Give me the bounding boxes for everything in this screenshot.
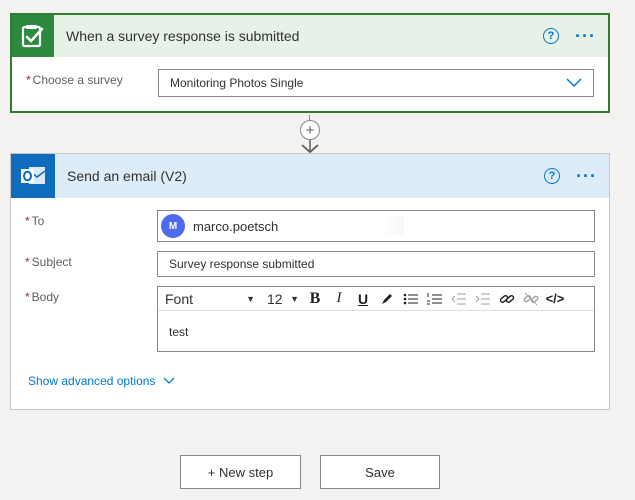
body-row: * Body Font ▼ 12 ▼ B I U </> test (25, 286, 595, 352)
italic-icon[interactable]: I (327, 289, 351, 309)
to-field[interactable]: M marco.poetsch (157, 210, 595, 242)
survey-dropdown-value: Monitoring Photos Single (170, 76, 304, 90)
numbered-list-icon[interactable] (423, 289, 447, 309)
recipient-chip[interactable]: M marco.poetsch (161, 213, 289, 239)
arrow-down-icon (301, 140, 319, 154)
caret-down-icon: ▼ (290, 293, 299, 304)
to-row: * To M marco.poetsch (25, 210, 595, 242)
trigger-card[interactable]: When a survey response is submitted ? ··… (10, 13, 610, 113)
help-icon[interactable]: ? (543, 28, 560, 44)
bulleted-list-icon[interactable] (399, 289, 423, 309)
unlink-icon[interactable] (519, 289, 543, 309)
forms-checklist-icon (12, 15, 54, 57)
recipient-email: marco.poetsch (193, 218, 279, 234)
redacted-area (284, 216, 405, 236)
save-button[interactable]: Save (320, 455, 440, 489)
to-label: * To (25, 214, 45, 228)
email-action-card[interactable]: Send an email (V2) ? ··· * To M marco.poe… (10, 153, 610, 410)
trigger-title: When a survey response is submitted (66, 28, 300, 44)
more-options-icon[interactable]: ··· (575, 27, 596, 45)
avatar: M (161, 214, 185, 238)
chevron-down-icon (163, 377, 175, 384)
email-action-header[interactable]: Send an email (V2) ? ··· (11, 154, 609, 198)
body-text[interactable]: test (158, 311, 594, 353)
outlook-icon (11, 154, 55, 198)
subject-row: * Subject Survey response submitted (25, 251, 595, 277)
body-editor[interactable]: Font ▼ 12 ▼ B I U </> test (157, 286, 595, 352)
help-icon[interactable]: ? (544, 168, 561, 184)
font-size-dropdown[interactable]: 12 ▼ (267, 291, 303, 307)
trigger-header[interactable]: When a survey response is submitted ? ··… (12, 15, 608, 57)
survey-label: * Choose a survey (26, 73, 123, 87)
decrease-indent-icon[interactable] (447, 289, 471, 309)
increase-indent-icon[interactable] (471, 289, 495, 309)
subject-label: * Subject (25, 255, 72, 269)
subject-input[interactable]: Survey response submitted (157, 251, 595, 277)
highlight-pen-icon[interactable] (375, 289, 399, 309)
show-advanced-options-link[interactable]: Show advanced options (28, 374, 175, 388)
new-step-button[interactable]: + New step (180, 455, 301, 489)
link-icon[interactable] (495, 289, 519, 309)
font-dropdown[interactable]: Font ▼ (165, 291, 261, 307)
bold-icon[interactable]: B (303, 289, 327, 309)
survey-row: * Choose a survey Monitoring Photos Singl… (26, 69, 594, 97)
body-label: * Body (25, 290, 60, 304)
survey-dropdown[interactable]: Monitoring Photos Single (158, 69, 594, 97)
caret-down-icon: ▼ (246, 293, 255, 304)
insert-step-button[interactable]: + (300, 120, 320, 140)
code-view-icon[interactable]: </> (543, 289, 567, 309)
email-action-title: Send an email (V2) (67, 168, 187, 184)
chevron-down-icon (566, 78, 582, 88)
underline-icon[interactable]: U (351, 289, 375, 309)
more-options-icon[interactable]: ··· (576, 167, 597, 185)
editor-toolbar: Font ▼ 12 ▼ B I U </> (158, 287, 594, 311)
